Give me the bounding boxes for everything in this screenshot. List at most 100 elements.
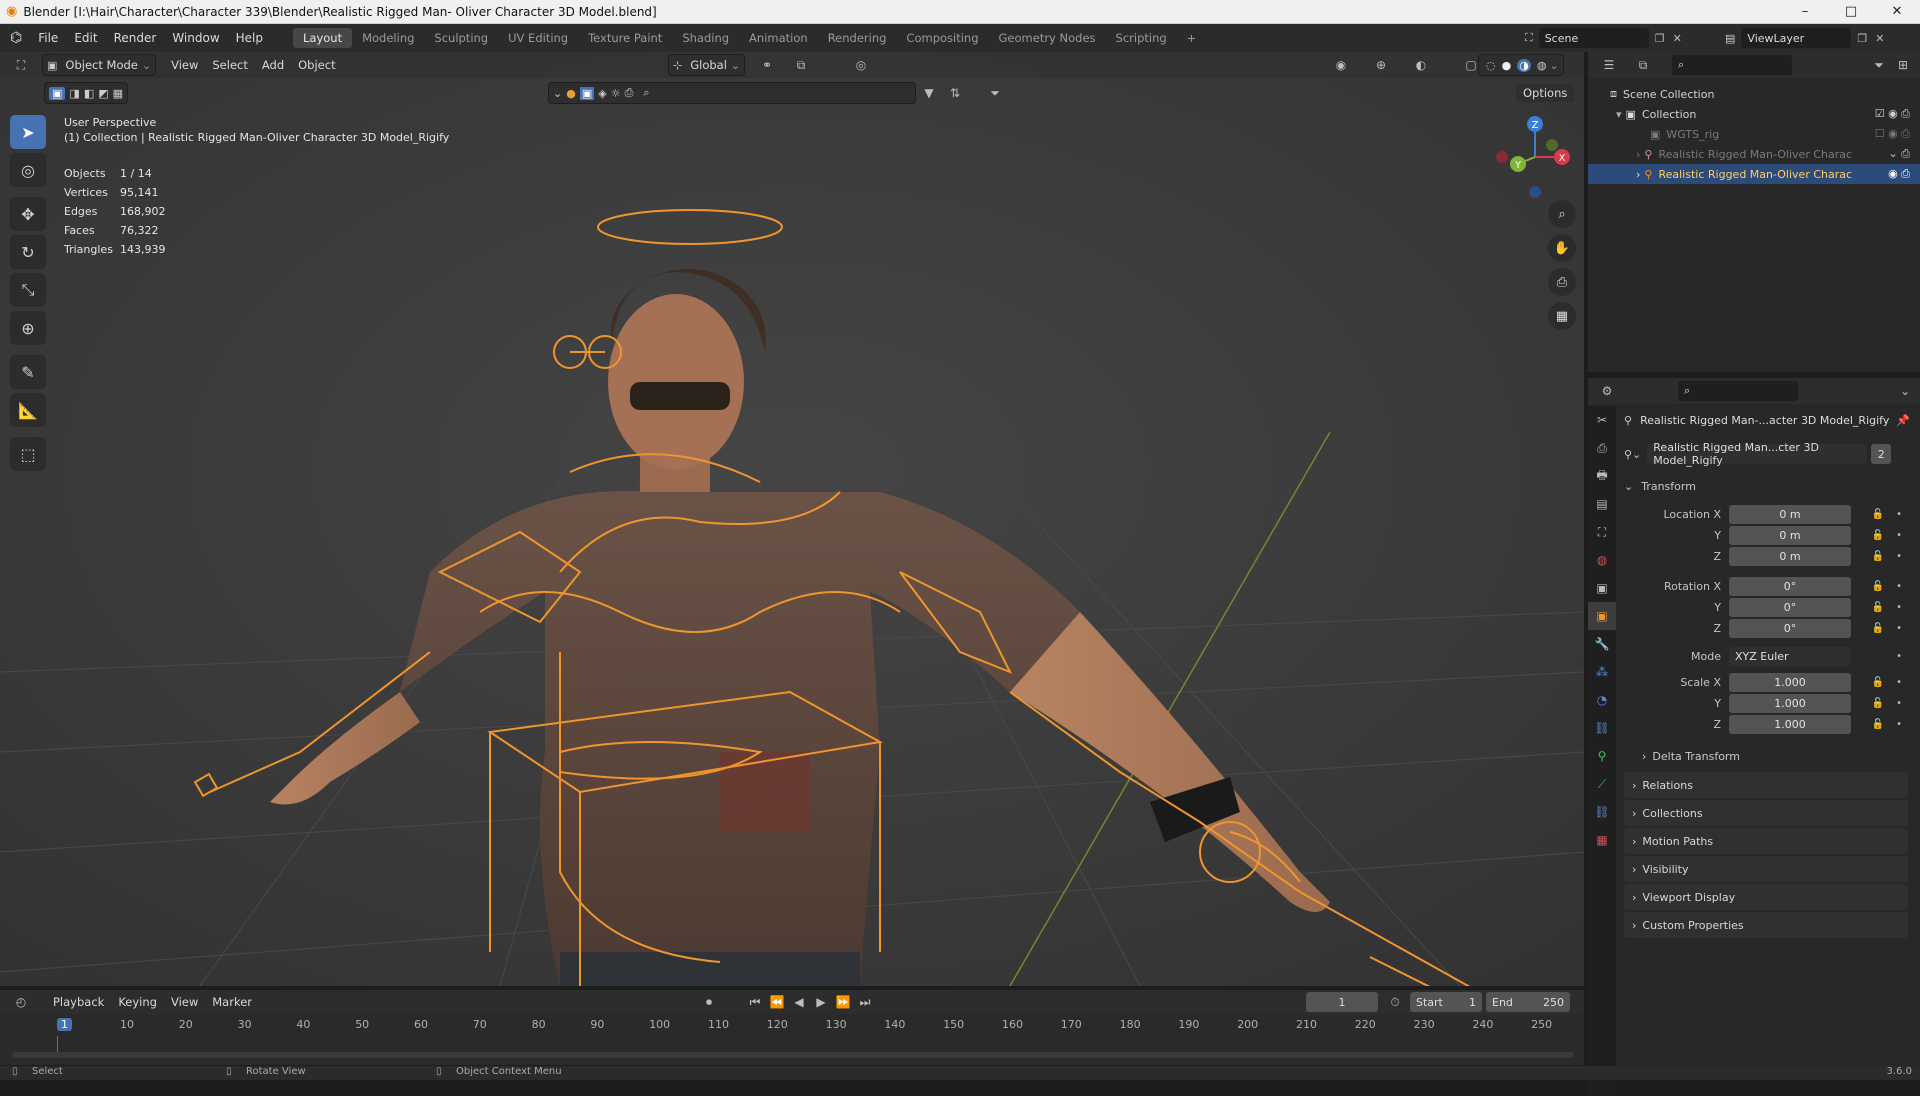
blender-menu-icon[interactable]: ⌬ bbox=[10, 30, 22, 46]
lock-icon[interactable]: 🔓 bbox=[1872, 530, 1884, 541]
tab-shading[interactable]: Shading bbox=[672, 28, 739, 48]
outliner-search[interactable]: ⌕ bbox=[1672, 55, 1792, 75]
new-view-layer-icon[interactable]: ❐ bbox=[1857, 32, 1867, 45]
keyframe-dot-icon[interactable]: • bbox=[1896, 530, 1902, 541]
menu-select[interactable]: Select bbox=[205, 56, 254, 74]
tab-data[interactable]: ⚲ bbox=[1588, 742, 1616, 770]
object-name[interactable]: Realistic Rigged Man-...acter 3D Model_R… bbox=[1640, 414, 1889, 427]
overlays-icon[interactable]: ◐ bbox=[1410, 55, 1432, 75]
panel-visibility[interactable]: › Visibility bbox=[1624, 856, 1908, 882]
select-intersect-icon[interactable]: ▦ bbox=[113, 87, 123, 100]
scale-x-field[interactable]: 1.000 bbox=[1729, 672, 1851, 692]
jump-start-icon[interactable]: ⏮ bbox=[744, 992, 766, 1012]
outliner-row-collection[interactable]: ▾ ▣ Collection ☑ ◉ ⎙ bbox=[1588, 104, 1920, 124]
delete-scene-icon[interactable]: ✕ bbox=[1673, 32, 1682, 45]
gizmo-toggle-icon[interactable]: ⊕ bbox=[1370, 55, 1392, 75]
data-browse-icon[interactable]: ⚲⌄ bbox=[1624, 448, 1641, 461]
rotation-x-field[interactable]: 0° bbox=[1729, 576, 1851, 596]
tab-output[interactable]: 🖶 bbox=[1588, 462, 1616, 490]
tab-physics[interactable]: ◔ bbox=[1588, 686, 1616, 714]
menu-render[interactable]: Render bbox=[106, 31, 165, 45]
location-y-field[interactable]: 0 m bbox=[1729, 525, 1851, 545]
keyframe-dot-icon[interactable]: • bbox=[1896, 581, 1902, 592]
transform-panel-header[interactable]: ⌄ Transform bbox=[1624, 474, 1914, 498]
keyframe-dot-icon[interactable]: • bbox=[1896, 551, 1902, 562]
play-icon[interactable]: ▶ bbox=[810, 992, 832, 1012]
timeline-scrollbar[interactable] bbox=[12, 1052, 1574, 1058]
scene-icon[interactable]: ⛶ bbox=[1525, 31, 1533, 45]
location-z-field[interactable]: 0 m bbox=[1729, 546, 1851, 566]
color-filter-icon[interactable]: ● bbox=[566, 87, 576, 100]
pan-button[interactable]: ✋ bbox=[1548, 234, 1576, 262]
tab-scene[interactable]: ⛶ bbox=[1588, 518, 1616, 546]
select-extend-icon[interactable]: ◨ bbox=[69, 87, 79, 100]
navigation-gizmo[interactable]: Z X Y bbox=[1490, 112, 1580, 207]
tab-animation[interactable]: Animation bbox=[739, 28, 818, 48]
minimize-button[interactable]: – bbox=[1782, 0, 1828, 24]
timeline-editor-icon[interactable]: ◴ bbox=[10, 992, 32, 1012]
data-users-count[interactable]: 2 bbox=[1871, 444, 1892, 464]
delete-view-layer-icon[interactable]: ✕ bbox=[1875, 32, 1884, 45]
keyframe-dot-icon[interactable]: • bbox=[1896, 509, 1902, 520]
ortho-toggle-button[interactable]: ▦ bbox=[1548, 302, 1576, 330]
new-collection-icon[interactable]: ⊞ bbox=[1892, 55, 1914, 75]
outliner-row-rigify-selected[interactable]: › ⚲ Realistic Rigged Man-Oliver Charac ◉… bbox=[1588, 164, 1920, 184]
neg-z-handle[interactable] bbox=[1529, 186, 1541, 198]
scale-tool[interactable]: ⤡ bbox=[10, 273, 46, 307]
pin-icon[interactable]: 📌 bbox=[1896, 414, 1910, 427]
annotate-tool[interactable]: ✎ bbox=[10, 355, 46, 389]
menu-marker[interactable]: Marker bbox=[205, 993, 259, 1011]
visibility-toggles[interactable]: ◉ ⎙ bbox=[1888, 167, 1910, 181]
tab-texture-paint[interactable]: Texture Paint bbox=[578, 28, 672, 48]
panel-custom-properties[interactable]: › Custom Properties bbox=[1624, 912, 1908, 938]
move-tool[interactable]: ✥ bbox=[10, 197, 46, 231]
transform-tool[interactable]: ⊕ bbox=[10, 311, 46, 345]
new-scene-icon[interactable]: ❐ bbox=[1655, 32, 1665, 45]
select-new-icon[interactable]: ▣ bbox=[49, 86, 66, 100]
properties-editor-icon[interactable]: ⚙ bbox=[1596, 381, 1618, 401]
menu-add[interactable]: Add bbox=[255, 56, 291, 74]
visibility-filter-icon[interactable]: ⌄ bbox=[553, 87, 562, 100]
solid-shading-icon[interactable]: ● bbox=[1502, 59, 1512, 72]
neg-x-handle[interactable] bbox=[1496, 151, 1508, 163]
lock-icon[interactable]: 🔓 bbox=[1872, 719, 1884, 730]
keyframe-dot-icon[interactable]: • bbox=[1896, 698, 1902, 709]
chevron-down-icon[interactable]: ⌄ bbox=[1549, 59, 1558, 72]
snap-icon[interactable]: ⧉ bbox=[790, 55, 812, 75]
select-invert-icon[interactable]: ◩ bbox=[98, 87, 108, 100]
add-workspace-button[interactable]: + bbox=[1177, 28, 1207, 48]
tab-compositing[interactable]: Compositing bbox=[896, 28, 988, 48]
tab-render[interactable]: ⎙ bbox=[1588, 434, 1616, 462]
panel-relations[interactable]: › Relations bbox=[1624, 772, 1908, 798]
view-layer-icon[interactable]: ▤ bbox=[1725, 32, 1735, 45]
tab-texture[interactable]: ▦ bbox=[1588, 826, 1616, 854]
stopwatch-icon[interactable]: ⏱ bbox=[1384, 992, 1406, 1012]
scale-z-field[interactable]: 1.000 bbox=[1729, 714, 1851, 734]
frame-ruler[interactable]: 1 10 20 30 40 50 60 70 80 90 100 110 120 130 140 150 160… bbox=[8, 1018, 1574, 1038]
visibility-toggles[interactable]: ⌄ ⎙ bbox=[1888, 147, 1910, 161]
camera-view-button[interactable]: ⎙ bbox=[1548, 268, 1576, 296]
visibility-icon[interactable]: ◉ bbox=[1330, 55, 1352, 75]
measure-tool[interactable]: 📐 bbox=[10, 393, 46, 427]
next-keyframe-icon[interactable]: ⏩ bbox=[832, 992, 854, 1012]
options-button[interactable]: Options bbox=[1516, 84, 1575, 102]
lock-icon[interactable]: 🔓 bbox=[1872, 698, 1884, 709]
menu-timeline-view[interactable]: View bbox=[164, 993, 205, 1011]
lock-icon[interactable]: 🔓 bbox=[1872, 509, 1884, 520]
scene-selector[interactable]: Scene bbox=[1538, 28, 1649, 48]
menu-window[interactable]: Window bbox=[164, 31, 227, 45]
camera-filter-icon[interactable]: ⎙ bbox=[625, 86, 634, 100]
tab-scripting[interactable]: Scripting bbox=[1106, 28, 1177, 48]
record-icon[interactable]: ⏺ bbox=[698, 992, 720, 1012]
rotation-z-field[interactable]: 0° bbox=[1729, 618, 1851, 638]
start-frame-field[interactable]: Start 1 bbox=[1410, 992, 1482, 1012]
location-x-field[interactable]: 0 m bbox=[1729, 504, 1851, 524]
tab-tool[interactable]: ✂ bbox=[1588, 406, 1616, 434]
outliner-row-armature[interactable]: › ⚲ Realistic Rigged Man-Oliver Charac ⌄… bbox=[1588, 144, 1920, 164]
lock-icon[interactable]: 🔓 bbox=[1872, 623, 1884, 634]
lock-icon[interactable]: 🔓 bbox=[1872, 551, 1884, 562]
tab-geometry-nodes[interactable]: Geometry Nodes bbox=[989, 28, 1106, 48]
tab-world[interactable]: ◍ bbox=[1588, 546, 1616, 574]
wireframe-shading-icon[interactable]: ◌ bbox=[1486, 59, 1496, 72]
outliner-editor-icon[interactable]: ☰ bbox=[1598, 55, 1620, 75]
